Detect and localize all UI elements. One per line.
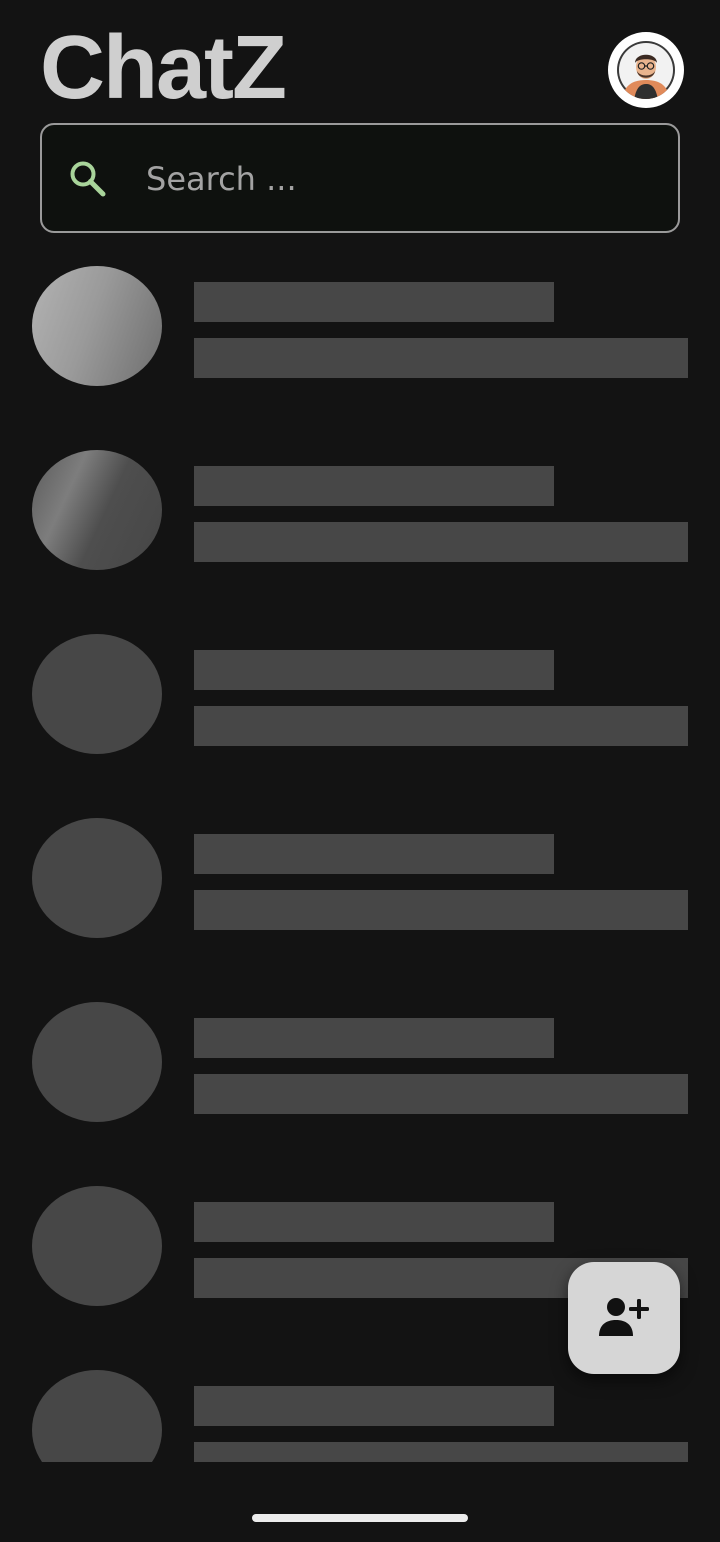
search-bar[interactable] xyxy=(40,123,680,233)
name-placeholder xyxy=(194,1202,554,1242)
search-input[interactable] xyxy=(146,151,646,207)
message-placeholder xyxy=(194,890,688,930)
search-icon xyxy=(70,161,106,197)
avatar-placeholder xyxy=(32,634,162,754)
avatar-placeholder xyxy=(32,1002,162,1122)
message-placeholder xyxy=(194,706,688,746)
avatar-placeholder xyxy=(32,266,162,386)
name-placeholder xyxy=(194,834,554,874)
avatar-placeholder xyxy=(32,818,162,938)
chat-skeleton-row[interactable] xyxy=(0,986,720,1170)
chat-skeleton-row[interactable] xyxy=(0,802,720,986)
app-title: ChatZ xyxy=(40,18,287,118)
message-placeholder xyxy=(194,1074,688,1114)
name-placeholder xyxy=(194,282,554,322)
message-placeholder xyxy=(194,338,688,378)
add-contact-button[interactable] xyxy=(568,1262,680,1374)
message-placeholder xyxy=(194,522,688,562)
name-placeholder xyxy=(194,650,554,690)
home-indicator xyxy=(252,1514,468,1522)
user-avatar-icon xyxy=(617,41,675,99)
message-placeholder xyxy=(194,1442,688,1462)
avatar-placeholder xyxy=(32,1186,162,1306)
avatar-placeholder xyxy=(32,450,162,570)
chat-skeleton-row[interactable] xyxy=(0,618,720,802)
name-placeholder xyxy=(194,1386,554,1426)
chat-skeleton-row[interactable] xyxy=(0,250,720,434)
chat-skeleton-row[interactable] xyxy=(0,434,720,618)
add-user-icon xyxy=(599,1298,649,1336)
name-placeholder xyxy=(194,1018,554,1058)
avatar-placeholder xyxy=(32,1370,162,1462)
profile-avatar-button[interactable] xyxy=(608,32,684,108)
name-placeholder xyxy=(194,466,554,506)
